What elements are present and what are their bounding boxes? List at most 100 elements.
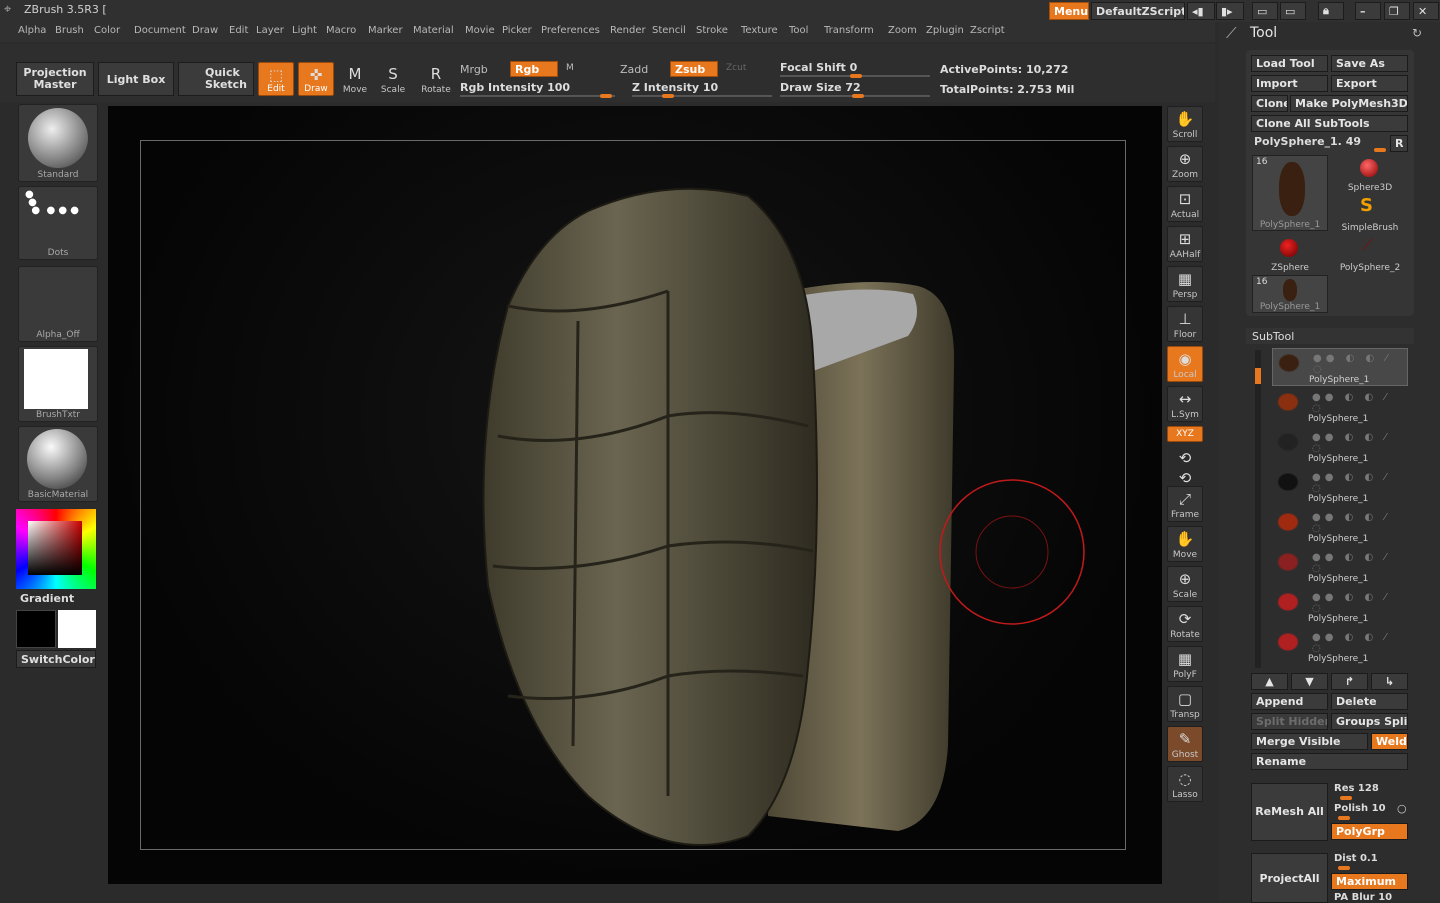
shelf-scale-button[interactable]: ⊕ Scale bbox=[1167, 566, 1203, 602]
subtool-move-down-button[interactable]: ↳ bbox=[1371, 673, 1408, 690]
subtool-header[interactable]: SubTool bbox=[1246, 328, 1414, 344]
draw-size-slider[interactable]: Draw Size 72 bbox=[780, 81, 861, 94]
pa-blur-slider[interactable]: PA Blur 10 bbox=[1334, 892, 1392, 903]
menu-layer[interactable]: Layer bbox=[256, 25, 284, 36]
shelf-polyf-button[interactable]: ▦ PolyF bbox=[1167, 646, 1203, 682]
light-box-button[interactable]: Light Box bbox=[98, 62, 174, 96]
shelf-transp-button[interactable]: ▢ Transp bbox=[1167, 686, 1203, 722]
refresh-icon[interactable]: ↻ bbox=[1412, 26, 1422, 40]
menu-edit[interactable]: Edit bbox=[229, 25, 248, 36]
delete-button[interactable]: Delete bbox=[1331, 693, 1408, 710]
focal-shift-slider[interactable]: Focal Shift 0 bbox=[780, 61, 857, 74]
scroll-right-button[interactable]: ▮▸ bbox=[1216, 2, 1244, 20]
subtool-scroll-thumb[interactable] bbox=[1255, 368, 1261, 384]
polish-radio-icon[interactable]: ○ bbox=[1397, 802, 1407, 815]
export-button[interactable]: Export bbox=[1331, 75, 1408, 92]
res-knob[interactable] bbox=[1340, 796, 1352, 800]
shelf-actual-button[interactable]: ⊡ Actual bbox=[1167, 186, 1203, 222]
subtool-visibility-icon[interactable]: ●● ◐ ◐ ⁄ ◌ bbox=[1313, 353, 1407, 375]
res-slider[interactable]: Res 128 bbox=[1334, 783, 1379, 794]
document-canvas[interactable] bbox=[108, 106, 1162, 884]
projection-master-button[interactable]: Projection Master bbox=[16, 62, 94, 96]
tool-thumb-zsphere[interactable]: ZSphere bbox=[1252, 235, 1328, 273]
dist-slider[interactable]: Dist 0.1 bbox=[1334, 853, 1378, 864]
move-button[interactable]: M Move bbox=[338, 62, 372, 96]
menu-marker[interactable]: Marker bbox=[368, 25, 403, 36]
menu-texture[interactable]: Texture bbox=[741, 25, 778, 36]
import-button[interactable]: Import bbox=[1251, 75, 1328, 92]
polygrp-button[interactable]: PolyGrp bbox=[1331, 823, 1408, 840]
mrgb-button[interactable]: Mrgb bbox=[460, 63, 488, 76]
shelf-frame-button[interactable]: ⤢ Frame bbox=[1167, 486, 1203, 522]
material-tile[interactable]: BasicMaterial bbox=[18, 426, 98, 502]
menu-document[interactable]: Document bbox=[134, 25, 186, 36]
primary-color-swatch[interactable] bbox=[16, 610, 56, 648]
subtool-visibility-icon[interactable]: ●● ◐ ◐ ⁄ ◌ bbox=[1312, 432, 1408, 454]
subtool-visibility-icon[interactable]: ●● ◐ ◐ ⁄ ◌ bbox=[1312, 392, 1408, 414]
clone-button[interactable]: Clone bbox=[1251, 95, 1288, 112]
menus-button[interactable]: Menus bbox=[1049, 2, 1089, 20]
shelf-floor-button[interactable]: ⊥ Floor bbox=[1167, 306, 1203, 342]
gradient-toggle[interactable]: Gradient bbox=[20, 592, 74, 605]
subtool-visibility-icon[interactable]: ●● ◐ ◐ ⁄ ◌ bbox=[1312, 472, 1408, 494]
subtool-row[interactable]: ●● ◐ ◐ ⁄ ◌ PolySphere_1 bbox=[1272, 428, 1408, 466]
zcut-button[interactable]: Zcut bbox=[726, 63, 746, 73]
menu-zscript[interactable]: Zscript bbox=[970, 25, 1005, 36]
shelf-persp-button[interactable]: ▦ Persp bbox=[1167, 266, 1203, 302]
load-tool-button[interactable]: Load Tool bbox=[1251, 55, 1328, 72]
polish-slider[interactable]: Polish 10 bbox=[1334, 803, 1386, 814]
subtool-visibility-icon[interactable]: ●● ◐ ◐ ⁄ ◌ bbox=[1312, 512, 1408, 534]
shelf-local-button[interactable]: ◉ Local bbox=[1167, 346, 1203, 382]
menu-tool[interactable]: Tool bbox=[789, 25, 808, 36]
shelf-ghost-button[interactable]: ✎ Ghost bbox=[1167, 726, 1203, 762]
stroke-tile[interactable]: ● ● ● ● ● ● Dots bbox=[18, 186, 98, 260]
layout-button-2[interactable]: ▭ bbox=[1280, 2, 1306, 20]
subtool-scrollbar[interactable] bbox=[1255, 350, 1261, 668]
remesh-all-button[interactable]: ReMesh All bbox=[1251, 783, 1328, 841]
m-button[interactable]: M bbox=[566, 63, 574, 73]
draw-size-knob[interactable] bbox=[852, 94, 864, 98]
shelf-rotate-axis-10-button[interactable]: ⟲ bbox=[1167, 466, 1203, 487]
scale-button[interactable]: S Scale bbox=[376, 62, 410, 96]
texture-tile[interactable]: BrushTxtr bbox=[18, 346, 98, 422]
z-intensity-knob[interactable] bbox=[662, 94, 674, 98]
rgb-intensity-knob[interactable] bbox=[600, 94, 612, 98]
edit-button[interactable]: ⬚ Edit bbox=[258, 62, 294, 96]
menu-light[interactable]: Light bbox=[292, 25, 317, 36]
polish-knob[interactable] bbox=[1338, 816, 1350, 820]
make-polymesh-button[interactable]: Make PolyMesh3D bbox=[1290, 95, 1408, 112]
close-button[interactable]: ✕ bbox=[1413, 2, 1439, 20]
subtool-row[interactable]: ●● ◐ ◐ ⁄ ◌ PolySphere_1 bbox=[1272, 628, 1408, 666]
color-picker[interactable] bbox=[16, 509, 96, 589]
menu-render[interactable]: Render bbox=[610, 25, 646, 36]
shelf-rotate-axis-9-button[interactable]: ⟲ bbox=[1167, 446, 1203, 467]
layout-button-1[interactable]: ▭ bbox=[1252, 2, 1278, 20]
current-tool-slider[interactable]: PolySphere_1. 49 bbox=[1254, 135, 1361, 148]
menu-transform[interactable]: Transform bbox=[824, 25, 874, 36]
zsub-button[interactable]: Zsub bbox=[670, 61, 718, 77]
alpha-tile[interactable]: Alpha_Off bbox=[18, 266, 98, 342]
shelf-move-button[interactable]: ✋ Move bbox=[1167, 526, 1203, 562]
subtool-visibility-icon[interactable]: ●● ◐ ◐ ⁄ ◌ bbox=[1312, 592, 1408, 614]
tool-thumb-polysphere-2[interactable]: ⟋ PolySphere_2 bbox=[1332, 235, 1408, 273]
weld-button[interactable]: Weld bbox=[1371, 733, 1408, 750]
shelf-rotate-button[interactable]: ⟳ Rotate bbox=[1167, 606, 1203, 642]
menu-preferences[interactable]: Preferences bbox=[541, 25, 600, 36]
subtool-down-button[interactable]: ▼ bbox=[1291, 673, 1328, 690]
tool-thumb-polysphere-1[interactable]: 16 PolySphere_1 bbox=[1252, 155, 1328, 231]
r-button[interactable]: R bbox=[1390, 135, 1408, 152]
menu-zplugin[interactable]: Zplugin bbox=[926, 25, 964, 36]
subtool-visibility-icon[interactable]: ●● ◐ ◐ ⁄ ◌ bbox=[1312, 632, 1408, 654]
zadd-button[interactable]: Zadd bbox=[620, 63, 648, 76]
groups-split-button[interactable]: Groups Split bbox=[1331, 713, 1408, 730]
subtool-row[interactable]: ●● ◐ ◐ ⁄ ◌ PolySphere_1 bbox=[1272, 468, 1408, 506]
scroll-left-button[interactable]: ◂▮ bbox=[1187, 2, 1215, 20]
menu-draw[interactable]: Draw bbox=[192, 25, 218, 36]
menu-brush[interactable]: Brush bbox=[55, 25, 84, 36]
split-hidden-button[interactable]: Split Hidden bbox=[1251, 713, 1328, 730]
subtool-row[interactable]: ●● ◐ ◐ ⁄ ◌ PolySphere_1 bbox=[1272, 388, 1408, 426]
shelf-lasso-button[interactable]: ◌ Lasso bbox=[1167, 766, 1203, 802]
secondary-color-swatch[interactable] bbox=[58, 610, 96, 648]
shelf-lsym-button[interactable]: ↔ L.Sym bbox=[1167, 386, 1203, 422]
focal-shift-knob[interactable] bbox=[850, 74, 862, 78]
